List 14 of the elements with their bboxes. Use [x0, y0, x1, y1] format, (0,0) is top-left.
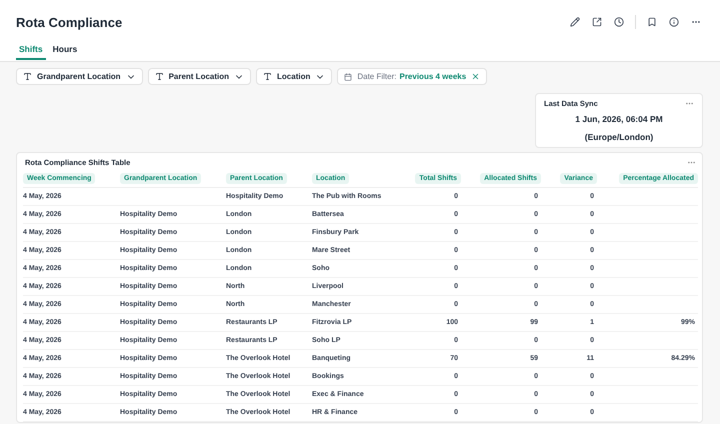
text-type-icon: [263, 72, 272, 81]
filter-dropdown[interactable]: Location: [256, 68, 332, 85]
tab[interactable]: Hours: [50, 44, 80, 60]
filter-dropdown[interactable]: Grandparent Location: [16, 68, 143, 85]
date-filter[interactable]: Date Filter: Previous 4 weeks: [337, 68, 488, 85]
sync-datetime: 1 Jun, 2026, 06:04 PM: [575, 114, 663, 124]
tab[interactable]: Shifts: [16, 44, 46, 60]
filter-dropdown[interactable]: Parent Location: [148, 68, 252, 85]
clear-icon[interactable]: [471, 72, 480, 81]
text-type-icon: [154, 72, 164, 81]
sync-timezone: (Europe/London): [584, 132, 654, 142]
page-title: Rota Compliance: [16, 14, 124, 30]
calendar-icon: [344, 72, 352, 80]
text-type-icon: [23, 72, 32, 81]
